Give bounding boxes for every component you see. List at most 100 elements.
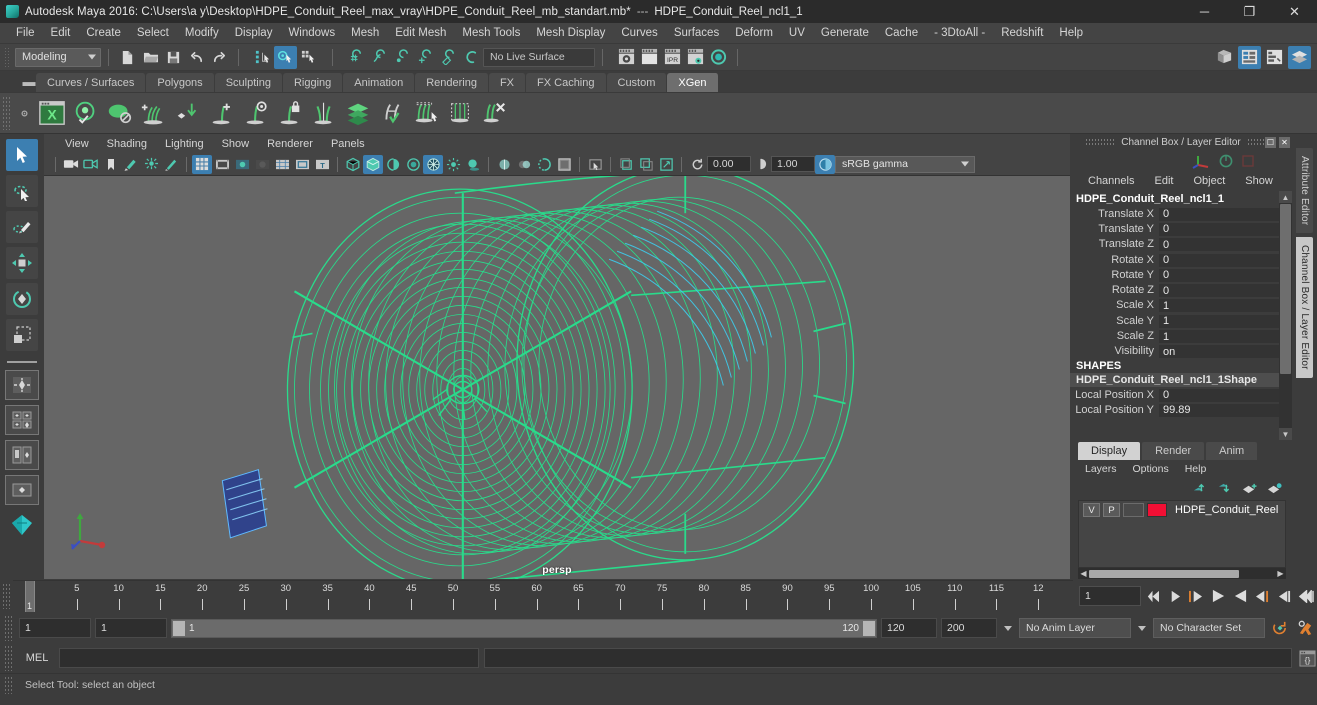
shelf-tab-rigging[interactable]: Rigging	[282, 73, 344, 92]
display-ui-icon[interactable]	[585, 155, 605, 174]
wireframe-shading-icon[interactable]	[343, 155, 363, 174]
channel-box-menu-channels[interactable]: Channels	[1078, 171, 1144, 191]
character-set-selector[interactable]: No Character Set	[1153, 618, 1265, 638]
safe-title-icon[interactable]: T	[312, 155, 332, 174]
scroll-right-icon[interactable]: ▶	[1275, 569, 1286, 578]
display-layer-list[interactable]: V P HDPE_Conduit_Reel	[1078, 500, 1286, 568]
channel-box-scrollbar[interactable]: ▲ ▼	[1279, 191, 1292, 440]
scroll-left-icon[interactable]: ◀	[1078, 569, 1089, 578]
xgen-place-grooming-icon[interactable]	[171, 96, 205, 130]
play-forwards-icon[interactable]	[1229, 585, 1251, 607]
2d-pan-zoom-icon[interactable]	[141, 155, 161, 174]
current-frame-field[interactable]: 1	[1079, 586, 1141, 606]
single-perspective-layout[interactable]	[5, 370, 39, 400]
ipr-render-icon[interactable]: IPR	[661, 46, 684, 69]
xgen-move-guide-icon[interactable]	[375, 96, 409, 130]
shelf-menu-icon[interactable]: ▬	[22, 71, 36, 92]
manipulator-rotate-icon[interactable]	[1218, 153, 1234, 169]
exposure-field[interactable]: 0.00	[707, 156, 751, 172]
xgen-select-guide-icon[interactable]	[409, 96, 443, 130]
layer-name[interactable]: HDPE_Conduit_Reel	[1170, 504, 1278, 516]
play-backwards-icon[interactable]	[1207, 585, 1229, 607]
layer-editor-tab-render[interactable]: Render	[1142, 442, 1205, 460]
xgen-add-guide-icon[interactable]	[205, 96, 239, 130]
help-line-grip[interactable]	[4, 675, 13, 694]
layer-color-swatch[interactable]	[1147, 503, 1167, 517]
render-sequence-icon[interactable]	[638, 46, 661, 69]
time-slider[interactable]: 1 5 10 15 20 25 30 35 40 45 50 55 60 65 70 75 80 85 90 95 1…	[13, 580, 1073, 612]
attr-translate-y-value[interactable]: 0	[1159, 221, 1279, 236]
attr-rotate-z-value[interactable]: 0	[1159, 283, 1279, 298]
range-end-handle[interactable]	[863, 620, 875, 636]
shelf-tab-curves-surfaces[interactable]: Curves / Surfaces	[36, 73, 147, 92]
new-layer-from-selected-icon[interactable]	[1267, 482, 1282, 495]
script-editor-icon[interactable]: {}	[1297, 648, 1317, 668]
time-slider-grip[interactable]	[2, 583, 11, 609]
range-slider-bar[interactable]: 1 120	[171, 618, 877, 638]
menu-display[interactable]: Display	[227, 23, 281, 44]
two-pane-side-layout[interactable]	[5, 440, 39, 470]
flat-shade-icon[interactable]	[403, 155, 423, 174]
shadows-icon[interactable]	[463, 155, 483, 174]
channel-row[interactable]: Scale Z 1	[1070, 328, 1279, 344]
layer-list-horizontal-scrollbar[interactable]: ◀ ▶	[1078, 568, 1286, 579]
menu-set-selector[interactable]: Modeling	[15, 47, 101, 67]
shelf-crystal-icon[interactable]	[5, 510, 39, 540]
attr-translate-z-value[interactable]: 0	[1159, 237, 1279, 252]
animation-end-time-field[interactable]: 200	[941, 618, 997, 638]
channel-row[interactable]: Translate X 0	[1070, 206, 1279, 221]
viewport-menu-shading[interactable]: Shading	[98, 134, 156, 153]
shelf-tab-polygons[interactable]: Polygons	[146, 73, 215, 92]
shelf-tab-sculpting[interactable]: Sculpting	[214, 73, 283, 92]
live-surface-field[interactable]: No Live Surface	[483, 47, 595, 67]
menu-surfaces[interactable]: Surfaces	[666, 23, 727, 44]
anim-layer-chevron-icon[interactable]	[1004, 625, 1012, 631]
bookmark-icon[interactable]	[101, 155, 121, 174]
shelf-options-gear-icon[interactable]	[13, 94, 35, 132]
channel-row[interactable]: Translate Y 0	[1070, 221, 1279, 236]
render-settings-icon[interactable]	[684, 46, 707, 69]
channel-row[interactable]: Rotate X 0	[1070, 252, 1279, 267]
gamma-reset-icon[interactable]	[751, 155, 771, 174]
undock-panel-button[interactable]: ☐	[1265, 137, 1276, 148]
scrollbar-thumb[interactable]	[1280, 204, 1291, 374]
channel-row[interactable]: Local Position Y 99.89	[1070, 402, 1279, 417]
layer-editor-menu-help[interactable]: Help	[1177, 460, 1215, 478]
select-by-object-type-icon[interactable]	[274, 45, 297, 69]
select-tool[interactable]	[6, 139, 38, 171]
viewport-menu-lighting[interactable]: Lighting	[156, 134, 213, 153]
attr-rotate-x-value[interactable]: 0	[1159, 252, 1279, 267]
shape-attr-local-position-y-value[interactable]: 99.89	[1159, 402, 1279, 417]
display-layers-icon[interactable]	[554, 155, 574, 174]
paint-select-tool[interactable]	[6, 211, 38, 243]
select-camera-icon[interactable]	[61, 155, 81, 174]
playback-end-time-field[interactable]: 120	[881, 618, 937, 638]
attr-scale-z-value[interactable]: 1	[1159, 329, 1279, 344]
menu-edit[interactable]: Edit	[43, 23, 79, 44]
shelf-tab-animation[interactable]: Animation	[343, 73, 416, 92]
menu-create[interactable]: Create	[78, 23, 129, 44]
layer-playback-toggle[interactable]: P	[1103, 503, 1120, 517]
menu-cache[interactable]: Cache	[877, 23, 926, 44]
range-slider-grip[interactable]	[4, 615, 13, 641]
select-by-component-type-icon[interactable]	[297, 46, 320, 69]
move-layer-down-icon[interactable]	[1217, 482, 1232, 495]
panel-zoom-out-icon[interactable]	[636, 155, 656, 174]
gate-mask-icon[interactable]	[252, 155, 272, 174]
use-default-lighting-icon[interactable]	[443, 155, 463, 174]
scale-tool[interactable]	[6, 319, 38, 351]
snap-to-points-icon[interactable]	[391, 46, 414, 69]
playback-start-time-field[interactable]: 1	[95, 618, 167, 638]
layer-editor-menu-options[interactable]: Options	[1125, 460, 1177, 478]
undo-icon[interactable]	[185, 46, 208, 69]
show-hide-tool-settings-icon[interactable]	[1263, 46, 1286, 69]
field-chart-icon[interactable]	[272, 155, 292, 174]
exposure-reset-icon[interactable]	[687, 155, 707, 174]
shelf-tab-rendering[interactable]: Rendering	[415, 73, 489, 92]
show-hide-channel-box-icon[interactable]	[1288, 45, 1311, 69]
show-hide-attribute-editor-icon[interactable]	[1238, 45, 1261, 69]
redo-icon[interactable]	[208, 46, 231, 69]
xgen-editor-icon[interactable]: X	[35, 96, 69, 130]
xgen-add-density-icon[interactable]	[137, 96, 171, 130]
channel-box-menu-edit[interactable]: Edit	[1144, 171, 1183, 191]
